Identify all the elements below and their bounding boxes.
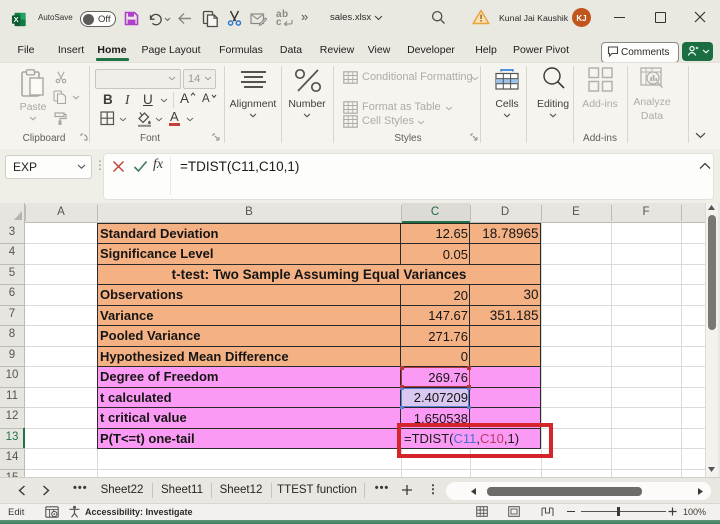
svg-text:X: X bbox=[14, 15, 19, 24]
